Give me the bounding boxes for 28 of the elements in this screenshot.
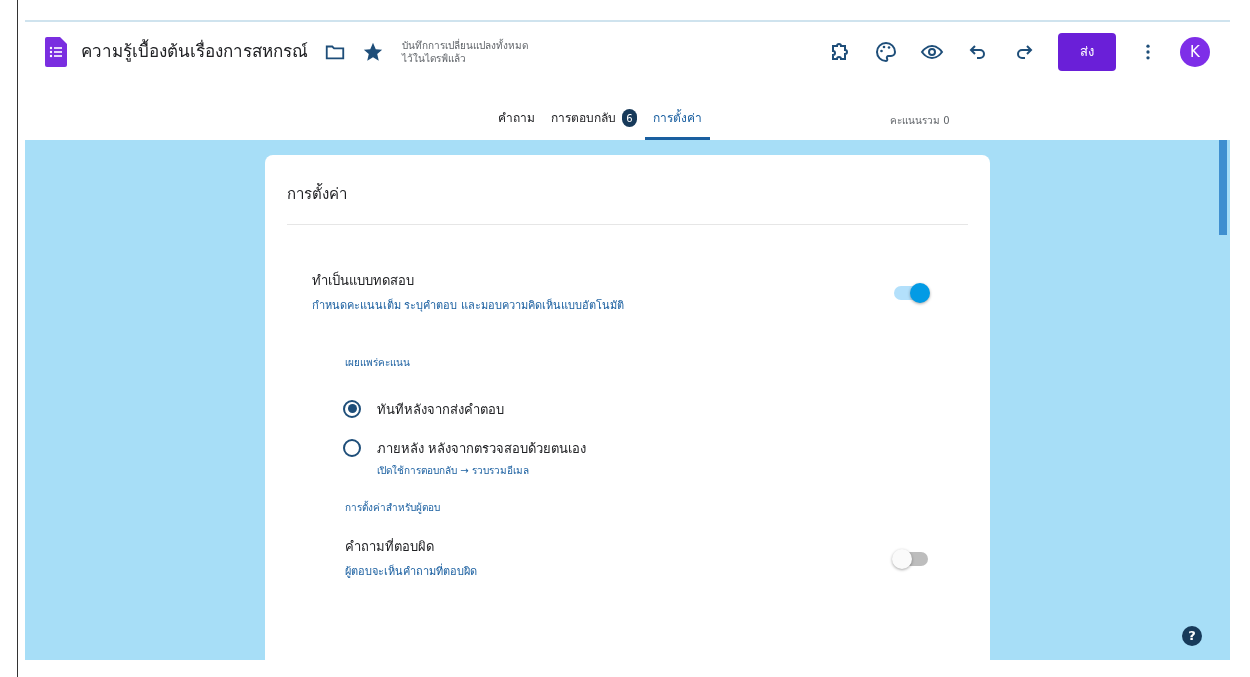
option-label: ทันทีหลังจากส่งคำตอบ — [377, 400, 504, 419]
card-title: การตั้งค่า — [287, 155, 968, 225]
setting-label: คำถามที่ตอบผิด — [345, 537, 435, 556]
send-button[interactable]: ส่ง — [1058, 33, 1116, 71]
save-status: บันทึกการเปลี่ยนแปลงทั้งหมด — [402, 38, 528, 52]
section-heading: การตั้งค่าสำหรับผู้ตอบ — [345, 499, 441, 515]
radio-button[interactable] — [343, 399, 361, 418]
setting-label: ทำเป็นแบบทดสอบ — [312, 270, 415, 290]
section-heading: เผยแพร่คะแนน — [345, 355, 411, 370]
save-status: ไว้ในไดรฟ์แล้ว — [402, 52, 467, 66]
toggle-switch[interactable] — [894, 551, 928, 566]
tab[interactable]: การตอบกลับ 6 — [543, 108, 645, 140]
star-icon[interactable] — [362, 41, 384, 63]
option-sublabel: เปิดใช้การตอบกลับ → รวบรวมอีเมล — [377, 463, 530, 478]
setting-description: ผู้ตอบจะเห็นคำถามที่ตอบผิด — [345, 564, 477, 580]
option-label: ภายหลัง หลังจากตรวจสอบด้วยตนเอง — [377, 440, 587, 458]
avatar[interactable]: K — [1180, 37, 1210, 67]
toggle-switch[interactable] — [894, 285, 928, 300]
forms-logo-icon[interactable] — [45, 37, 67, 67]
count-badge: 6 — [622, 109, 637, 127]
palette-icon[interactable] — [874, 40, 898, 64]
scrollbar-thumb[interactable] — [1219, 140, 1227, 235]
form-title: ความรู้เบื้องต้นเรื่องการสหกรณ์ — [81, 39, 308, 64]
setting-description: กำหนดคะแนนเต็ม ระบุคำตอบ และมอบความคิดเห็นแบบอัตโนมัติ — [312, 298, 624, 314]
tab[interactable]: คำถาม — [490, 109, 543, 140]
total-points: คะแนนรวม 0 — [890, 114, 950, 128]
help-button[interactable]: ? — [1182, 626, 1202, 646]
radio-button[interactable] — [343, 439, 361, 457]
